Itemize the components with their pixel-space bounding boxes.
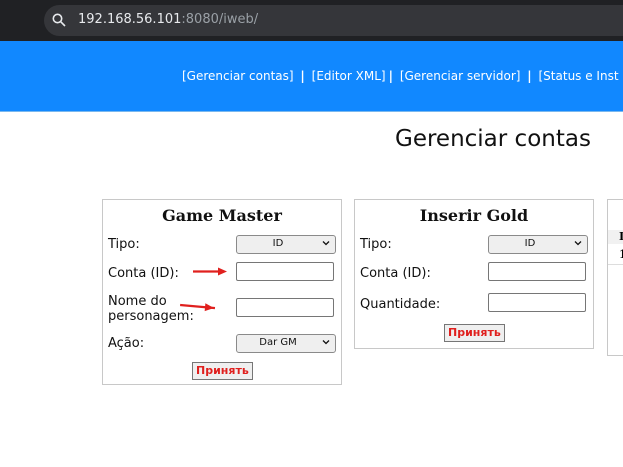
tipo-select-value: ID: [524, 238, 536, 249]
table-header-cell: I: [619, 230, 623, 243]
acao-select-value: Dar GM: [259, 337, 297, 348]
search-icon: [52, 13, 66, 27]
game-master-panel: Game Master Tipo: ID Conta (ID): Nome do…: [102, 199, 342, 385]
url-host: 192.168.56.101: [78, 12, 182, 27]
third-panel: I 1: [607, 199, 623, 356]
table-cell: 1: [619, 248, 623, 261]
nav-separator: |: [388, 69, 393, 83]
submit-button[interactable]: Принять: [192, 362, 253, 380]
nav-separator: |: [300, 69, 305, 83]
chevron-down-icon: [574, 241, 582, 246]
acao-select[interactable]: Dar GM: [236, 334, 336, 353]
chevron-down-icon: [322, 340, 330, 345]
main-nav: [Gerenciar contas] | [Editor XML] | [Gere…: [182, 69, 619, 83]
conta-label: Conta (ID):: [360, 266, 431, 281]
nav-link-status[interactable]: [Status e Inst: [539, 69, 619, 83]
quantidade-label: Quantidade:: [360, 297, 441, 312]
conta-id-input[interactable]: [236, 262, 334, 281]
table-row: 1: [608, 246, 623, 265]
nav-separator: |: [527, 69, 532, 83]
tipo-select[interactable]: ID: [488, 235, 588, 254]
nome-label-line2: personagem:: [108, 309, 194, 324]
url-path: :8080/iweb/: [181, 12, 259, 27]
tipo-label: Tipo:: [108, 237, 140, 252]
page-title: Gerenciar contas: [395, 126, 591, 152]
table-header-row: I: [608, 230, 623, 244]
nav-link-gerenciar-contas[interactable]: [Gerenciar contas]: [182, 69, 294, 83]
acao-label: Ação:: [108, 336, 145, 351]
nome-label-line1: Nome do: [108, 294, 167, 309]
tipo-label: Tipo:: [360, 237, 392, 252]
browser-toolbar: 192.168.56.101:8080/iweb/: [0, 0, 623, 41]
address-bar-url[interactable]: 192.168.56.101:8080/iweb/: [78, 12, 258, 27]
panel-title: Game Master: [162, 206, 282, 225]
arrow-right-icon: [193, 267, 227, 276]
nav-link-editor-xml[interactable]: [Editor XML]: [312, 69, 386, 83]
conta-id-input[interactable]: [488, 262, 586, 281]
panel-title: Inserir Gold: [419, 206, 529, 225]
chevron-down-icon: [322, 241, 330, 246]
conta-label: Conta (ID):: [108, 266, 179, 281]
nav-link-gerenciar-servidor[interactable]: [Gerenciar servidor]: [400, 69, 521, 83]
nome-personagem-input[interactable]: [236, 298, 334, 317]
tipo-select-value: ID: [272, 238, 284, 249]
tipo-select[interactable]: ID: [236, 235, 336, 254]
inserir-gold-panel: Inserir Gold Tipo: ID Conta (ID): Quanti…: [354, 199, 594, 349]
submit-button[interactable]: Принять: [444, 324, 505, 342]
quantidade-input[interactable]: [488, 293, 586, 312]
